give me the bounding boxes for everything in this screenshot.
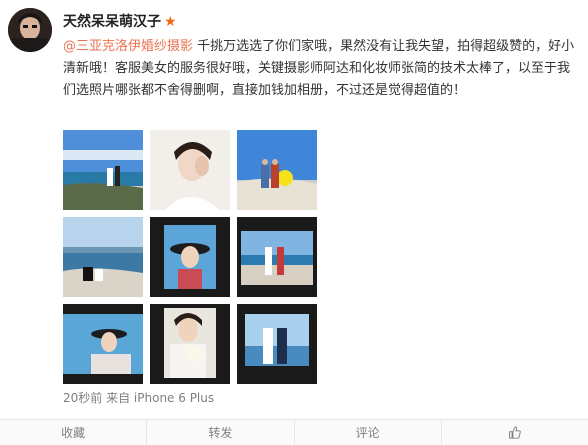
repost-button[interactable]: 转发 [146,420,293,445]
mention-link[interactable]: @三亚克洛伊婚纱摄影 [63,39,193,54]
vip-star-icon: ★ [164,14,177,30]
bride-flowers-photo[interactable] [150,304,230,384]
favorite-button[interactable]: 收藏 [0,420,146,445]
like-button[interactable] [440,420,588,445]
avatar[interactable] [8,8,52,52]
comment-button[interactable]: 评论 [293,420,441,445]
post-time[interactable]: 20秒前 [63,391,102,405]
post-meta: 20秒前 来自 iPhone 6 Plus [63,389,214,406]
username[interactable]: 天然呆呆萌汉子 ★ [63,11,177,31]
repost-label: 转发 [208,426,233,440]
post-text: @三亚克洛伊婚纱摄影 千挑万选选了你们家哦，果然没有让我失望，拍得超级赞的，好小… [63,36,575,102]
photo-grid [63,130,317,384]
username-text[interactable]: 天然呆呆萌汉子 [63,14,161,30]
bride-hat-photo[interactable] [150,217,230,297]
beach-couple-photo[interactable] [63,130,143,210]
comment-label: 评论 [355,426,380,440]
action-bar: 收藏 转发 评论 [0,419,588,445]
bride-sea-photo[interactable] [63,304,143,384]
thumbs-up-icon [509,426,522,439]
couple-rocks-photo[interactable] [63,217,143,297]
post-source: 来自 iPhone 6 Plus [106,391,215,405]
couple-screen-photo[interactable] [237,304,317,384]
couple-walking-photo[interactable] [237,217,317,297]
bride-portrait-photo[interactable] [150,130,230,210]
couple-balloons-photo[interactable] [237,130,317,210]
favorite-label: 收藏 [61,426,86,440]
